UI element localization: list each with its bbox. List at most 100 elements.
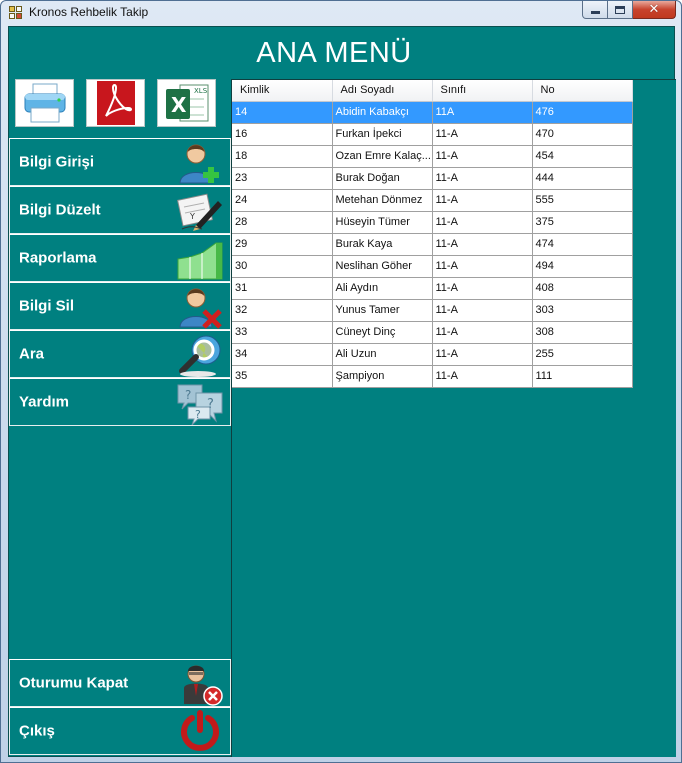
table-cell[interactable]: 11-A — [432, 123, 533, 146]
minimize-button[interactable] — [582, 1, 608, 19]
table-row[interactable]: 14 Abidin Kabakçı 11A 476 — [232, 101, 633, 124]
main-menu-form: ANA MENÜ XLS X Bilgi Girişi Bilgi Düzelt… — [8, 26, 676, 757]
table-cell[interactable]: 32 — [232, 299, 333, 322]
table-cell[interactable]: 28 — [232, 211, 333, 234]
table-cell[interactable]: 31 — [232, 277, 333, 300]
table-cell[interactable]: 11-A — [432, 321, 533, 344]
report-chart-icon — [177, 242, 223, 280]
menu-label: Bilgi Düzelt — [19, 201, 101, 219]
table-cell[interactable]: 11-A — [432, 277, 533, 300]
table-cell[interactable]: Cüneyt Dinç — [332, 321, 433, 344]
table-cell[interactable]: 11-A — [432, 255, 533, 278]
table-cell[interactable]: 555 — [532, 189, 633, 212]
table-cell[interactable]: 18 — [232, 145, 333, 168]
table-cell[interactable]: 11-A — [432, 365, 533, 388]
table-cell[interactable]: 23 — [232, 167, 333, 190]
column-header-sinifi[interactable]: Sınıfı — [432, 80, 533, 102]
table-row[interactable]: 28 Hüseyin Tümer 11-A 375 — [232, 211, 633, 234]
table-cell[interactable]: 11-A — [432, 189, 533, 212]
table-cell[interactable]: 11-A — [432, 343, 533, 366]
add-user-icon — [179, 144, 219, 184]
column-header-no[interactable]: No — [532, 80, 633, 102]
table-row[interactable]: 32 Yunus Tamer 11-A 303 — [232, 299, 633, 322]
window-controls: ✕ — [582, 1, 676, 19]
table-cell[interactable]: 454 — [532, 145, 633, 168]
table-cell[interactable]: Neslihan Göher — [332, 255, 433, 278]
ara-button[interactable]: Ara — [9, 330, 231, 378]
table-cell[interactable]: Burak Doğan — [332, 167, 433, 190]
table-cell[interactable]: 24 — [232, 189, 333, 212]
table-row[interactable]: 29 Burak Kaya 11-A 474 — [232, 233, 633, 256]
table-cell[interactable]: 470 — [532, 123, 633, 146]
table-cell[interactable]: 11-A — [432, 233, 533, 256]
table-cell[interactable]: 111 — [532, 365, 633, 388]
table-cell[interactable]: 303 — [532, 299, 633, 322]
table-cell[interactable]: 30 — [232, 255, 333, 278]
table-cell[interactable]: Yunus Tamer — [332, 299, 433, 322]
table-cell[interactable]: 11-A — [432, 299, 533, 322]
print-button[interactable] — [15, 79, 74, 127]
table-cell[interactable]: Burak Kaya — [332, 233, 433, 256]
data-grid[interactable]: Kimlik Adı Soyadı Sınıfı No 14 Abidin Kab… — [231, 79, 676, 757]
svg-text:X: X — [171, 93, 187, 117]
raporlama-button[interactable]: Raporlama — [9, 234, 231, 282]
svg-text:XLS: XLS — [194, 87, 208, 95]
table-cell[interactable]: 408 — [532, 277, 633, 300]
logout-user-icon — [184, 665, 223, 706]
svg-text:Y: Y — [189, 212, 195, 221]
table-cell[interactable]: 14 — [232, 101, 333, 124]
table-cell[interactable]: 476 — [532, 101, 633, 124]
table-cell[interactable]: Şampiyon — [332, 365, 433, 388]
table-cell[interactable]: 11-A — [432, 211, 533, 234]
table-cell[interactable]: 375 — [532, 211, 633, 234]
table-row[interactable]: 33 Cüneyt Dinç 11-A 308 — [232, 321, 633, 344]
table-cell[interactable]: 255 — [532, 343, 633, 366]
table-cell[interactable]: Hüseyin Tümer — [332, 211, 433, 234]
title-bar[interactable]: Kronos Rehbelik Takip ✕ — [1, 1, 681, 25]
table-cell[interactable]: 308 — [532, 321, 633, 344]
table-cell[interactable]: 33 — [232, 321, 333, 344]
table-cell[interactable]: 474 — [532, 233, 633, 256]
bilgi-girisi-button[interactable]: Bilgi Girişi — [9, 138, 231, 186]
table-cell[interactable]: 11-A — [432, 145, 533, 168]
cikis-button[interactable]: Çıkış — [9, 707, 231, 755]
table-cell[interactable]: Metehan Dönmez — [332, 189, 433, 212]
table-row[interactable]: 35 Şampiyon 11-A 111 — [232, 365, 633, 388]
table-cell[interactable]: 16 — [232, 123, 333, 146]
table-cell[interactable]: Ali Aydın — [332, 277, 433, 300]
menu-label: Raporlama — [19, 249, 97, 267]
svg-text:?: ? — [185, 388, 191, 402]
table-cell[interactable]: Ozan Emre Kalaç... — [332, 145, 433, 168]
minimize-icon — [590, 11, 600, 14]
table-row[interactable]: 31 Ali Aydın 11-A 408 — [232, 277, 633, 300]
table-cell[interactable]: 494 — [532, 255, 633, 278]
table-row[interactable]: 23 Burak Doğan 11-A 444 — [232, 167, 633, 190]
table-row[interactable]: 18 Ozan Emre Kalaç... 11-A 454 — [232, 145, 633, 168]
table-row[interactable]: 16 Furkan İpekci 11-A 470 — [232, 123, 633, 146]
table-cell[interactable]: 34 — [232, 343, 333, 366]
header-row: Kimlik Adı Soyadı Sınıfı No — [232, 80, 633, 102]
bilgi-duzelt-button[interactable]: Bilgi Düzelt Y — [9, 186, 231, 234]
table-row[interactable]: 34 Ali Uzun 11-A 255 — [232, 343, 633, 366]
table-cell[interactable]: 29 — [232, 233, 333, 256]
search-globe-icon — [179, 335, 221, 377]
table-cell[interactable]: Ali Uzun — [332, 343, 433, 366]
table-cell[interactable]: 35 — [232, 365, 333, 388]
close-button[interactable]: ✕ — [633, 1, 676, 19]
bilgi-sil-button[interactable]: Bilgi Sil — [9, 282, 231, 330]
table-row[interactable]: 30 Neslihan Göher 11-A 494 — [232, 255, 633, 278]
column-header-kimlik[interactable]: Kimlik — [232, 80, 333, 102]
table-cell[interactable]: Furkan İpekci — [332, 123, 433, 146]
table-cell[interactable]: Abidin Kabakçı — [332, 101, 433, 124]
yardim-button[interactable]: Yardım ? ? ? — [9, 378, 231, 426]
maximize-button[interactable] — [608, 1, 633, 19]
table-cell[interactable]: 444 — [532, 167, 633, 190]
table-row[interactable]: 24 Metehan Dönmez 11-A 555 — [232, 189, 633, 212]
table-cell[interactable]: 11A — [432, 101, 533, 124]
delete-user-icon — [179, 288, 222, 329]
table-cell[interactable]: 11-A — [432, 167, 533, 190]
excel-export-button[interactable]: XLS X — [157, 79, 216, 127]
pdf-export-button[interactable] — [86, 79, 145, 127]
column-header-adi-soyadi[interactable]: Adı Soyadı — [332, 80, 433, 102]
oturumu-kapat-button[interactable]: Oturumu Kapat — [9, 659, 231, 707]
